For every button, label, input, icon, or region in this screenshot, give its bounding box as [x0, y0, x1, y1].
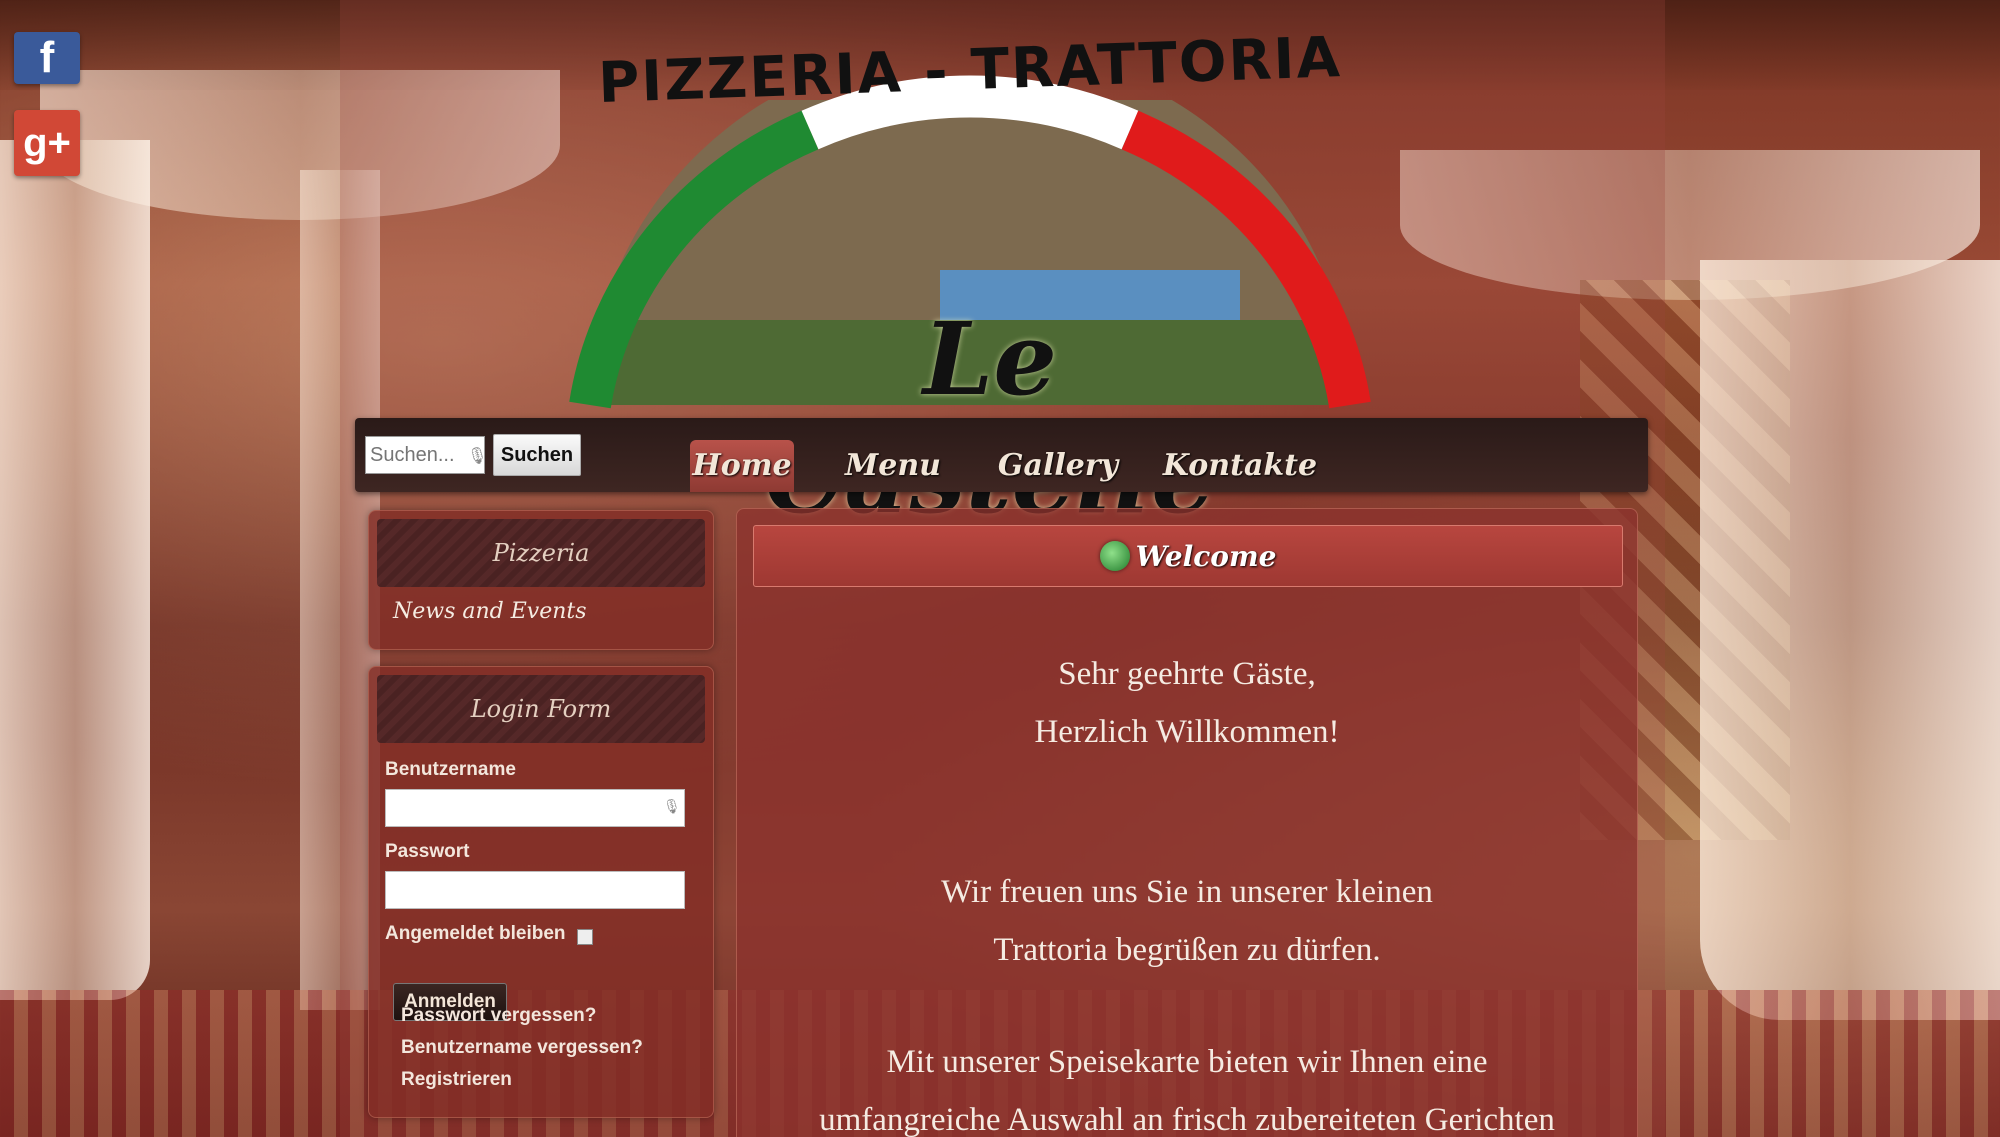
site-logo[interactable]: PIZZERIA - TRATTORIA Le Castelle: [560, 20, 1380, 536]
remember-me-label: Angemeldet bleiben: [385, 923, 566, 944]
username-label: Benutzername: [385, 759, 516, 780]
curtain-right: [1700, 260, 2000, 1020]
tab-menu[interactable]: Menu: [833, 440, 953, 492]
google-plus-icon[interactable]: g+: [14, 110, 80, 176]
news-and-events-link[interactable]: News and Events: [369, 595, 713, 628]
facebook-icon[interactable]: f: [14, 32, 80, 84]
remember-me-checkbox[interactable]: [577, 929, 593, 945]
tab-gallery[interactable]: Gallery: [983, 440, 1133, 492]
search-button[interactable]: Suchen: [493, 434, 581, 476]
module-title: Pizzeria: [377, 519, 705, 587]
main-content: Welcome Sehr geehrte Gäste, Herzlich Wil…: [736, 508, 1638, 1137]
module-title: Login Form: [377, 675, 705, 743]
forgot-username-link[interactable]: Benutzername vergessen?: [401, 1037, 643, 1059]
password-label: Passwort: [385, 841, 470, 862]
greeting-line: Sehr geehrte Gäste,: [1058, 656, 1316, 692]
curtain-left: [0, 140, 150, 1000]
menu-line: Mit unserer Speisekarte bieten wir Ihnen…: [886, 1044, 1488, 1080]
pizzeria-module: Pizzeria News and Events: [368, 510, 714, 650]
welcome-header: Welcome: [753, 525, 1623, 587]
login-module: Login Form Benutzername 🎙 Passwort Angem…: [368, 666, 714, 1118]
forgot-password-link[interactable]: Passwort vergessen?: [401, 1005, 596, 1027]
menu-line: umfangreiche Auswahl an frisch zubereite…: [819, 1102, 1555, 1137]
globe-icon: [1099, 541, 1130, 571]
intro-line: Wir freuen uns Sie in unserer kleinen: [941, 874, 1433, 910]
main-navbar: 🎙 Suchen Home Menu Gallery Kontakte: [355, 418, 1648, 492]
microphone-icon[interactable]: 🎙: [467, 446, 487, 466]
tab-home[interactable]: Home: [690, 440, 794, 492]
intro-line: Trattoria begrüßen zu dürfen.: [993, 932, 1381, 968]
tab-kontakte[interactable]: Kontakte: [1155, 440, 1325, 492]
username-field[interactable]: [385, 789, 685, 827]
greeting-line: Herzlich Willkommen!: [1034, 714, 1340, 750]
password-field[interactable]: [385, 871, 685, 909]
microphone-icon[interactable]: 🎙: [663, 799, 681, 816]
register-link[interactable]: Registrieren: [401, 1069, 512, 1091]
welcome-title: Welcome: [1135, 539, 1277, 573]
